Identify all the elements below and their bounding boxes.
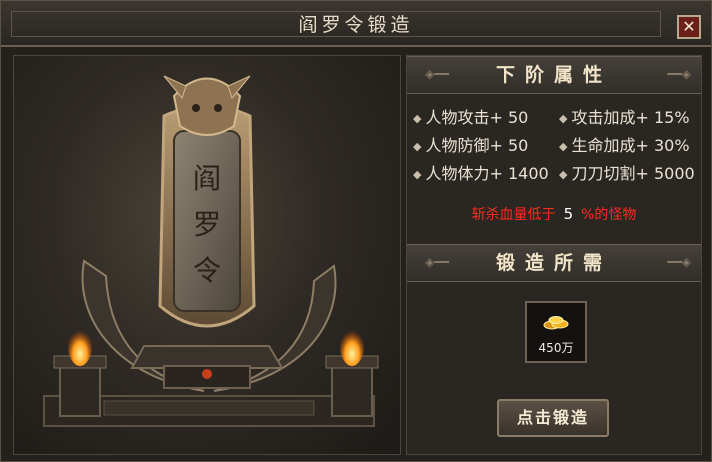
attribute-item: ◆ 攻击加成+ 15%: [559, 106, 690, 130]
next-tier-header-label: 下阶属性: [495, 64, 612, 86]
requirements-header-label: 锻造所需: [495, 252, 612, 274]
execute-note-prefix: 斩杀血量低于: [471, 207, 556, 223]
diamond-icon: ◆: [413, 112, 422, 125]
info-panel: ◈━━ 下阶属性 ━━◈ ◆ 人物攻击+ 50 ◆ 攻击加成+ 15% ◆ 人物防御+…: [406, 55, 702, 455]
requirements-header: ◈━━ 锻造所需 ━━◈: [407, 244, 701, 282]
title-bar: 阎罗令锻造 ✕: [1, 1, 711, 47]
forge-window: 阎罗令锻造 ✕ 阎 罗 令 ◈━━ 下阶属性 ━━◈ ◆ 人物攻击+ 50 ◆ …: [0, 0, 712, 462]
window-title: 阎罗令锻造: [298, 14, 414, 36]
token-char-2: 罗: [193, 208, 221, 241]
diamond-icon: ◆: [559, 168, 568, 181]
diamond-icon: ◆: [559, 140, 568, 153]
next-tier-header: ◈━━ 下阶属性 ━━◈: [407, 56, 701, 94]
left-brazier: [53, 326, 107, 417]
attribute-item: ◆ 人物体力+ 1400: [413, 162, 549, 186]
token-artwork: 阎 罗 令: [43, 75, 379, 427]
ornament-right-icon: ━━◈: [667, 67, 691, 81]
attribute-item: ◆ 刀刀切割+ 5000: [559, 162, 695, 186]
required-item-slot[interactable]: 450万: [525, 301, 587, 363]
attribute-item: ◆ 人物防御+ 50: [413, 134, 528, 158]
ornament-right-icon: ━━◈: [667, 255, 691, 269]
ornament-left-icon: ◈━━: [425, 255, 449, 269]
execute-note-value: 5: [563, 205, 574, 223]
artwork-panel: 阎 罗 令: [13, 55, 401, 455]
token-char-3: 令: [193, 254, 221, 287]
right-brazier: [325, 326, 379, 417]
diamond-icon: ◆: [413, 140, 422, 153]
forge-button[interactable]: 点击锻造: [497, 399, 609, 437]
execute-note-suffix: %的怪物: [581, 207, 637, 223]
diamond-icon: ◆: [413, 168, 422, 181]
execute-note: 斩杀血量低于 5 %的怪物: [407, 204, 701, 224]
close-button[interactable]: ✕: [677, 15, 701, 39]
ornament-left-icon: ◈━━: [425, 67, 449, 81]
attribute-item: ◆ 人物攻击+ 50: [413, 106, 528, 130]
gold-coins-icon: [543, 316, 569, 330]
attribute-item: ◆ 生命加成+ 30%: [559, 134, 690, 158]
diamond-icon: ◆: [559, 112, 568, 125]
required-item-amount: 450万: [538, 341, 574, 355]
token-char-1: 阎: [193, 162, 221, 195]
pedestal: [130, 345, 284, 369]
